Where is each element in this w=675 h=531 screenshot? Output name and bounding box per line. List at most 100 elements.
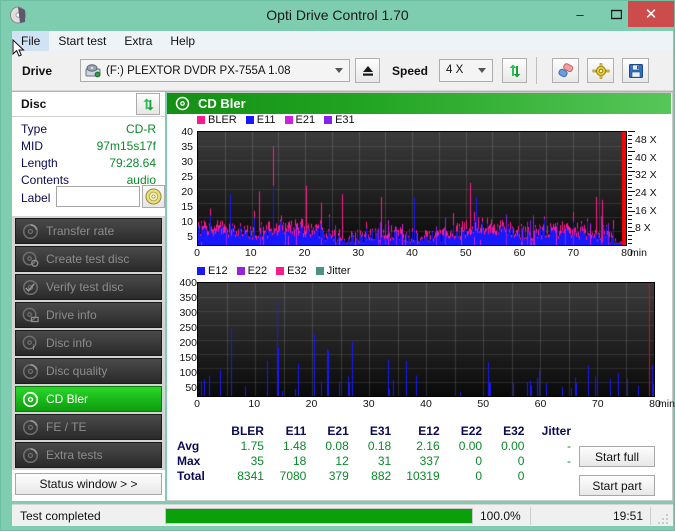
sidebar-item-verify-test-disc[interactable]: Verify test disc [15,274,162,300]
speed-select[interactable]: 4 X [439,59,493,82]
eject-button[interactable] [355,58,380,83]
y-tick-20: 20 [181,186,193,198]
disc-row-type: Type CD-R [12,122,165,139]
jitter-chart-legend: E12 E22 E32 Jitter [197,265,357,277]
y2-tick-200: 200 [179,337,197,349]
refresh-button[interactable] [502,58,527,83]
legend-swatch [276,267,285,275]
disc-quality-icon [22,363,39,380]
sidebar-item-drive-info[interactable]: Drive info [15,302,162,328]
chevron-down-icon [478,68,486,73]
legend-item-jitter: Jitter [315,265,351,277]
disc-bler-icon [175,96,190,111]
erase-button[interactable] [552,58,579,83]
legend-item-e22: E22 [236,265,268,277]
toolbar: Drive (F:) PLEXTOR DVDR PX-755A 1.08 Spe… [12,51,673,91]
disc-row-length: Length 79:28.64 [12,156,165,173]
sidebar-item-create-test-disc[interactable]: Create test disc [15,246,162,272]
content-title: CD Bler [198,96,246,111]
disc-label-button[interactable] [142,185,165,208]
disc-panel-header: Disc [12,92,165,117]
disc-icon [22,223,39,240]
legend-swatch [284,116,293,124]
y-tick-5: 5 [187,231,193,243]
gear-icon [592,62,609,79]
table-header-row: BLER E11 E21 E31 E12 E22 E32 Jitter [169,423,573,438]
legend-label: E21 [295,114,316,126]
speed-tick-32: 32 X [635,169,657,182]
legend-swatch [315,267,324,275]
disc-label-input[interactable] [56,186,140,207]
disc-value-type: CD-R [126,122,156,136]
y-tick-25: 25 [181,171,193,183]
legend-label: BLER [208,114,237,126]
sidebar-nav: Transfer rate Create test disc Verify te… [12,216,165,470]
y2-tick-150: 150 [179,352,197,364]
refresh-icon [509,64,520,77]
x-axis-unit: min [630,247,647,259]
save-button[interactable] [622,58,649,83]
max-e31: 31 [377,453,392,468]
sidebar-item-fe-te[interactable]: FE / TE [15,414,162,440]
speed-tick-24: 24 X [635,186,657,199]
close-button[interactable]: ✕ [628,1,674,27]
eject-icon [362,65,373,76]
status-separator [650,507,651,525]
progress-percent: 100.0% [480,509,521,523]
settings-button[interactable] [587,58,614,83]
col-e32: E32 [503,423,525,438]
disc-panel-title: Disc [21,97,47,111]
menu-item-help[interactable]: Help [161,31,204,51]
x-tick-50: 50 [477,398,490,410]
sidebar-item-transfer-rate[interactable]: Transfer rate [15,218,162,244]
start-full-button[interactable]: Start full [579,446,655,467]
sidebar-item-label: Drive info [46,308,97,322]
menu-bar: File Start test Extra Help [12,31,673,51]
menu-item-extra[interactable]: Extra [115,31,161,51]
col-e11: E11 [285,423,307,438]
disc-refresh-button[interactable] [136,93,160,115]
sidebar-item-cd-bler[interactable]: CD Bler [15,386,162,412]
x-axis-unit: min [658,398,675,410]
disc-check-icon [22,279,39,296]
speed-tick-8: 8 X [635,222,651,235]
avg-e11: 1.48 [283,438,307,453]
svg-text:i: i [32,342,34,352]
legend-label: Jitter [326,265,351,277]
minimize-button[interactable]: – [562,1,598,27]
sidebar-item-extra-tests[interactable]: Extra tests [15,442,162,468]
y-tick-10: 10 [181,216,193,228]
bler-chart: BLER E11 E21 E31 40 35 30 25 20 15 10 5 … [169,114,671,262]
speed-value: 4 X [446,64,464,76]
app-disc-icon [9,5,29,25]
bler-chart-legend: BLER E11 E21 E31 [197,114,361,126]
x-tick-70: 70 [567,247,580,259]
sidebar-item-label: Create test disc [46,252,130,266]
sidebar-item-disc-info[interactable]: i Disc info [15,330,162,356]
row-label-total: Total [177,468,205,483]
total-e22: 0 [475,468,483,483]
resize-grip-icon[interactable] [658,512,670,524]
sidebar-item-disc-quality[interactable]: Disc quality [15,358,162,384]
sidebar-item-label: FE / TE [46,420,87,434]
col-e22: E22 [460,423,483,438]
disc-key-type: Type [21,122,48,136]
legend-item-bler: BLER [197,114,237,126]
sidebar-item-label: Transfer rate [46,224,115,238]
legend-item-e31: E31 [324,114,355,126]
avg-e32: 0.00 [501,438,525,453]
save-icon [628,63,643,78]
x-tick-40: 40 [406,247,418,259]
x-tick-10: 10 [248,398,261,410]
total-e32: 0 [517,468,525,483]
elapsed-time: 19:51 [612,509,643,523]
table-row: Avg 1.75 1.48 0.08 0.18 2.16 0.00 0.00 - [169,438,573,453]
status-window-button[interactable]: Status window > > [15,473,162,495]
disc-label-row: Label [12,184,165,214]
drive-select[interactable]: (F:) PLEXTOR DVDR PX-755A 1.08 [80,59,350,82]
legend-label: E22 [247,265,268,277]
total-jitter [526,468,573,483]
start-part-button[interactable]: Start part [579,475,655,496]
sidebar-item-label: Extra tests [46,448,103,462]
menu-item-start-test[interactable]: Start test [49,31,115,51]
